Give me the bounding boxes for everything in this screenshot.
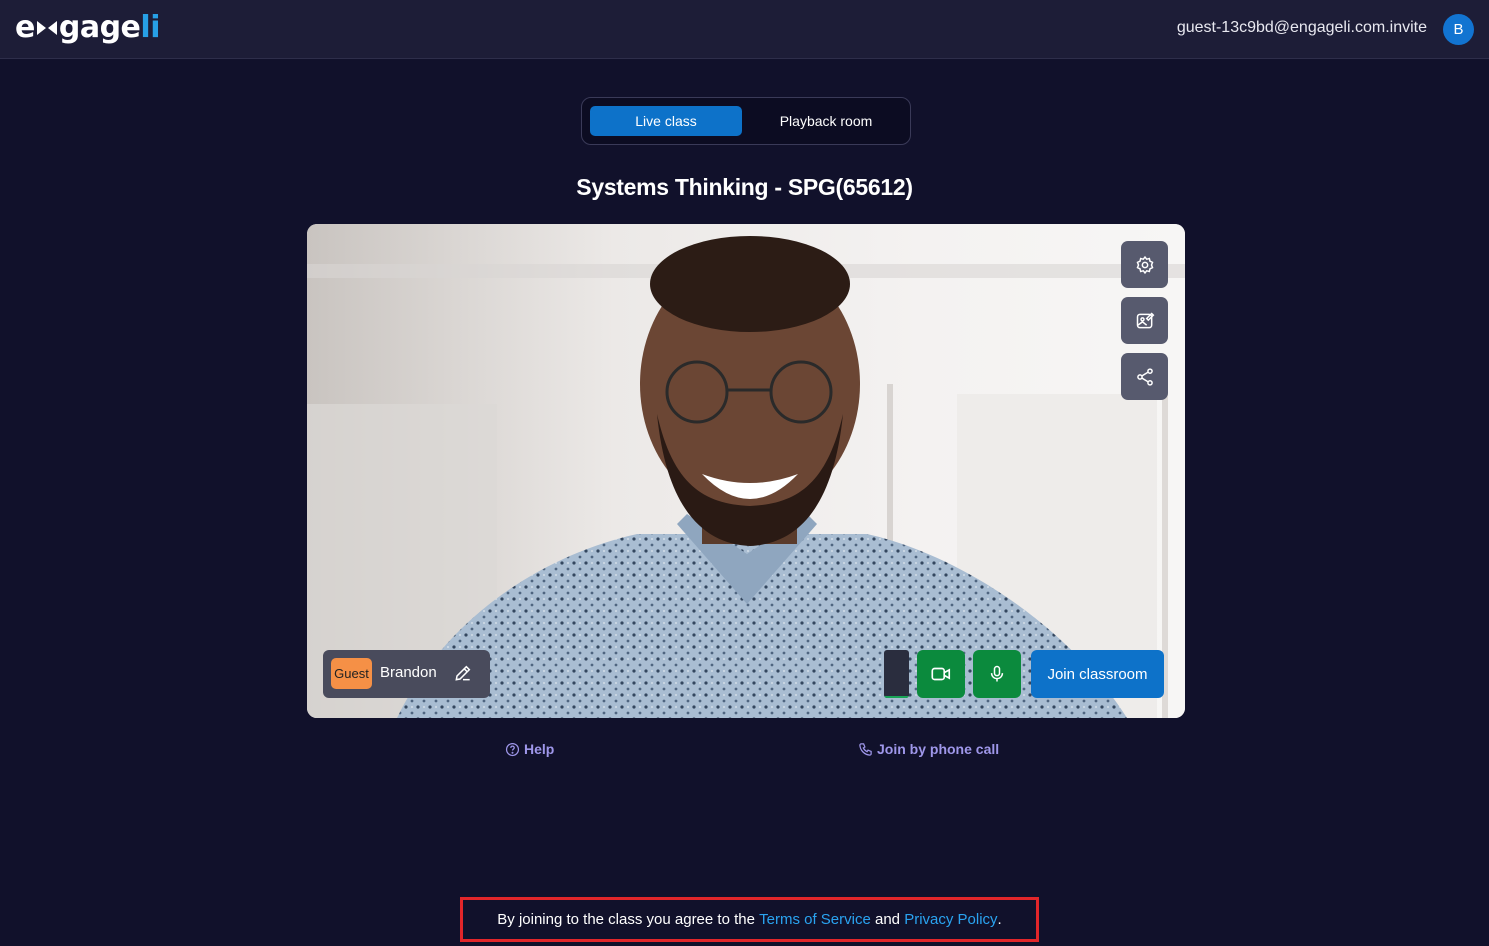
logo-letter: e [15,10,35,45]
join-by-phone-link[interactable]: Join by phone call [858,741,999,757]
background-effects-button[interactable] [1121,297,1168,344]
terms-notice-prefix: By joining to the class you agree to the [497,911,760,928]
logo-accent: li [140,10,160,45]
audio-level-meter [884,650,909,698]
user-email: guest-13c9bd@engageli.com.invite [1176,19,1427,36]
terms-notice-middle: and [870,911,905,928]
gear-icon [1136,255,1153,274]
camera-preview-image [307,224,1185,718]
guest-badge: Guest [331,658,372,689]
pencil-icon[interactable] [453,663,473,683]
microphone-toggle-button[interactable] [973,650,1021,698]
phone-icon [859,742,872,756]
terms-notice-suffix: . [997,911,1002,928]
help-link[interactable]: Help [505,741,554,757]
logo-mark-icon [36,21,57,35]
camera-preview: Guest Brandon Join classroom [307,224,1185,718]
engageli-logo[interactable]: e gage li [15,8,160,48]
terms-of-service-link[interactable]: Terms of Service [759,911,871,928]
join-classroom-button[interactable]: Join classroom [1031,650,1164,698]
share-icon [1136,367,1153,386]
help-label: Help [524,741,555,757]
logo-word: gage [58,10,141,45]
share-button[interactable] [1121,353,1168,400]
audio-level-fill [884,695,909,698]
user-avatar[interactable]: B [1443,14,1474,45]
settings-button[interactable] [1121,241,1168,288]
join-by-phone-label: Join by phone call [877,741,1000,757]
tab-live-class[interactable]: Live class [590,106,742,136]
room-mode-tabs: Live class Playback room [581,97,911,145]
tab-playback-room[interactable]: Playback room [748,106,904,136]
camera-toggle-button[interactable] [917,650,965,698]
privacy-policy-link[interactable]: Privacy Policy [904,911,997,928]
terms-notice: By joining to the class you agree to the… [460,897,1039,942]
page-title: Systems Thinking - SPG(65612) [576,174,913,200]
gallery-edit-icon [1136,311,1154,328]
microphone-icon [990,665,1004,682]
question-circle-icon [505,742,520,756]
top-bar: e gage li guest-13c9bd@engageli.com.invit… [0,0,1489,59]
participant-name: Brandon [380,664,437,681]
video-camera-icon [931,667,951,681]
participant-name-pill: Guest Brandon [323,650,490,698]
